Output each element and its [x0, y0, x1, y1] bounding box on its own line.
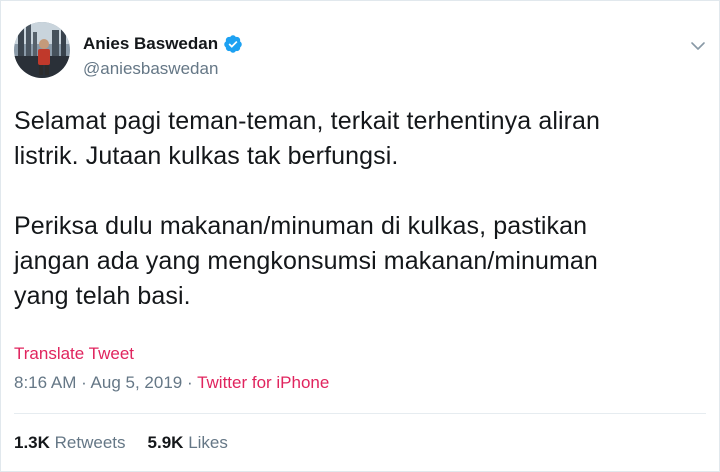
meta-separator: · [182, 373, 198, 392]
retweets-label: Retweets [54, 433, 126, 452]
author-name[interactable]: Anies Baswedan [83, 34, 218, 54]
likes-label: Likes [188, 433, 228, 452]
retweets-stat[interactable]: 1.3K Retweets [14, 433, 126, 453]
tweet-meta: 8:16 AM · Aug 5, 2019 · Twitter for iPho… [14, 373, 329, 393]
verified-badge-icon [223, 34, 243, 54]
chevron-down-icon[interactable] [689, 37, 707, 55]
tweet-card: Anies Baswedan @aniesbaswedan Selamat pa… [0, 0, 720, 472]
tweet-text-line: jangan ada yang mengkonsumsi makanan/min… [14, 247, 598, 275]
tweet-stats: 1.3K Retweets 5.9K Likes [14, 433, 228, 453]
translate-tweet-link[interactable]: Translate Tweet [14, 344, 134, 364]
divider [14, 413, 706, 414]
tweet-text-line: listrik. Jutaan kulkas tak berfungsi. [14, 142, 399, 170]
avatar-image [14, 22, 70, 78]
author-name-row[interactable]: Anies Baswedan [83, 34, 243, 54]
tweet-text-line: yang telah basi. [14, 282, 191, 310]
likes-count: 5.9K [147, 433, 184, 452]
tweet-text-line: Periksa dulu makanan/minuman di kulkas, … [14, 212, 588, 240]
tweet-text: Selamat pagi teman-teman, terkait terhen… [14, 104, 704, 314]
tweet-date[interactable]: Aug 5, 2019 [91, 373, 183, 392]
tweet-source-link[interactable]: Twitter for iPhone [197, 373, 329, 392]
tweet-text-line: Selamat pagi teman-teman, terkait terhen… [14, 107, 601, 135]
author-handle[interactable]: @aniesbaswedan [83, 59, 218, 79]
tweet-time[interactable]: 8:16 AM [14, 373, 76, 392]
avatar[interactable] [14, 22, 70, 78]
likes-stat[interactable]: 5.9K Likes [148, 433, 228, 453]
meta-separator: · [76, 373, 91, 392]
retweets-count: 1.3K [14, 433, 50, 452]
